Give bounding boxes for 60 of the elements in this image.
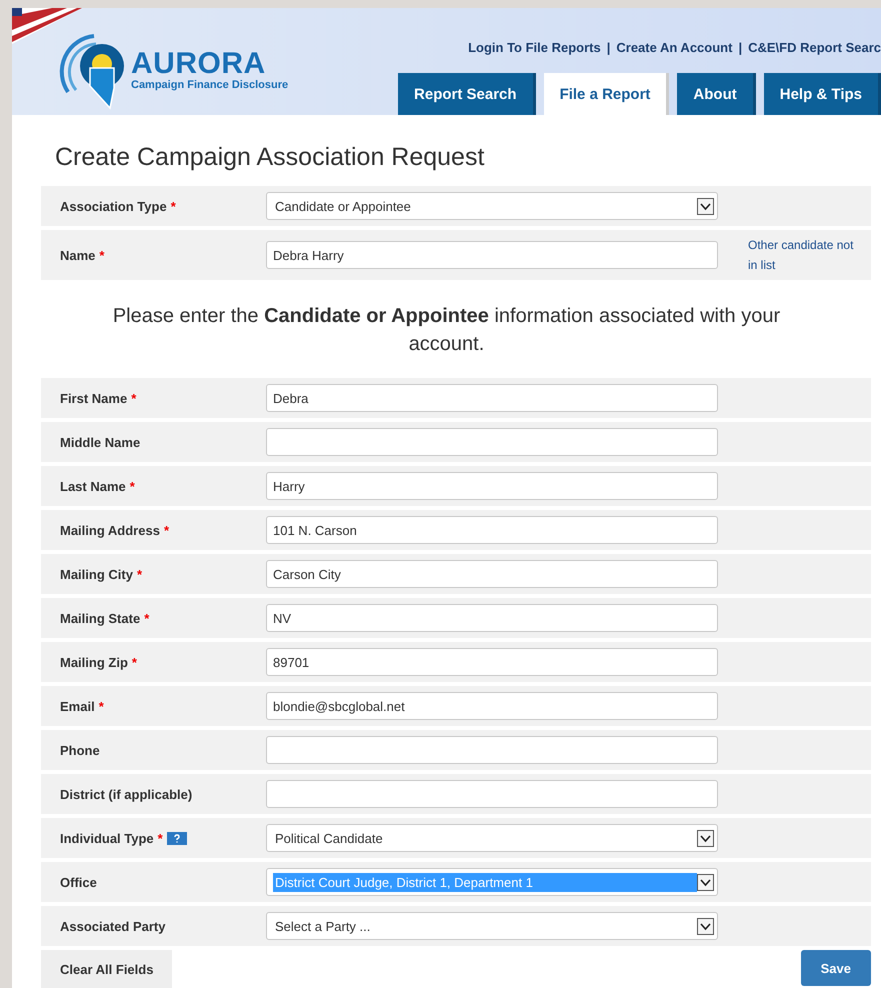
dropdown[interactable]: Candidate or Appointee <box>266 192 718 220</box>
input-field[interactable]: 89701 <box>266 648 718 676</box>
required-mark: * <box>136 566 142 582</box>
input-field[interactable]: blondie@sbcglobal.net <box>266 692 718 720</box>
required-mark: * <box>164 522 169 538</box>
field-label: Phone <box>60 742 100 758</box>
input-field[interactable]: Debra Harry <box>266 241 718 269</box>
field-label: Mailing State <box>60 610 140 626</box>
required-mark: * <box>130 478 135 494</box>
page-title: Create Campaign Association Request <box>55 143 486 172</box>
field-label: Mailing Zip <box>60 654 128 670</box>
nav-tab[interactable]: Report Search <box>398 73 536 115</box>
input-field[interactable]: 101 N. Carson <box>266 516 718 544</box>
input-field[interactable] <box>266 428 718 456</box>
caret-icon <box>697 874 714 890</box>
caret-icon <box>697 198 714 214</box>
input-field[interactable]: Harry <box>266 472 718 500</box>
save-button[interactable]: Save <box>800 950 871 986</box>
field-label: Association Type <box>60 198 167 214</box>
field-label: Last Name <box>60 478 126 494</box>
required-mark: * <box>170 198 176 214</box>
caret-icon <box>697 918 714 934</box>
field-label: District (if applicable) <box>60 786 192 802</box>
required-mark: * <box>132 654 137 670</box>
required-mark: * <box>131 390 136 406</box>
field-label: Middle Name <box>60 434 140 450</box>
required-mark: * <box>98 698 104 714</box>
logo-title: AURORA <box>131 49 267 79</box>
link-separator: | <box>606 40 610 55</box>
field-label: Mailing City <box>60 566 133 582</box>
input-field[interactable]: Carson City <box>266 560 718 588</box>
field-label: Mailing Address <box>60 522 160 538</box>
required-mark: * <box>99 248 104 262</box>
field-label: Individual Type <box>60 830 154 846</box>
field-label: First Name <box>60 390 128 406</box>
dropdown[interactable]: Political Candidate <box>266 824 718 852</box>
caret-icon <box>697 830 714 846</box>
field-label: Associated Party <box>60 918 166 934</box>
input-field[interactable] <box>266 780 718 808</box>
field-label: Email <box>60 698 95 714</box>
field-label: Office <box>60 874 97 890</box>
input-field[interactable]: NV <box>266 604 718 632</box>
header-link[interactable]: Login To File Reports <box>468 40 601 55</box>
help-icon[interactable] <box>166 832 187 844</box>
instruction-text: Please enter the Candidate or Appointee information associated with your account. <box>112 304 782 357</box>
link-separator: | <box>738 40 742 55</box>
nav-tab[interactable]: About <box>677 73 756 115</box>
required-mark: * <box>158 830 163 846</box>
header-link[interactable]: C&E\FD Report Searc <box>748 40 881 55</box>
other-candidate-link[interactable]: Other candidate not in list <box>748 235 858 275</box>
header-link[interactable]: Create An Account <box>616 40 732 55</box>
logo-subtitle: Campaign Finance Disclosure <box>131 79 288 91</box>
input-field[interactable] <box>266 736 718 764</box>
field-label: Name <box>60 248 96 262</box>
nav-tab[interactable]: File a Report <box>544 73 670 115</box>
required-mark: * <box>144 610 150 626</box>
dropdown[interactable]: Select a Party ... <box>266 912 718 940</box>
clear-button[interactable]: Clear All Fields <box>41 950 172 988</box>
input-field[interactable]: Debra <box>266 384 718 412</box>
nav-tab[interactable]: Help & Tips <box>764 73 881 115</box>
